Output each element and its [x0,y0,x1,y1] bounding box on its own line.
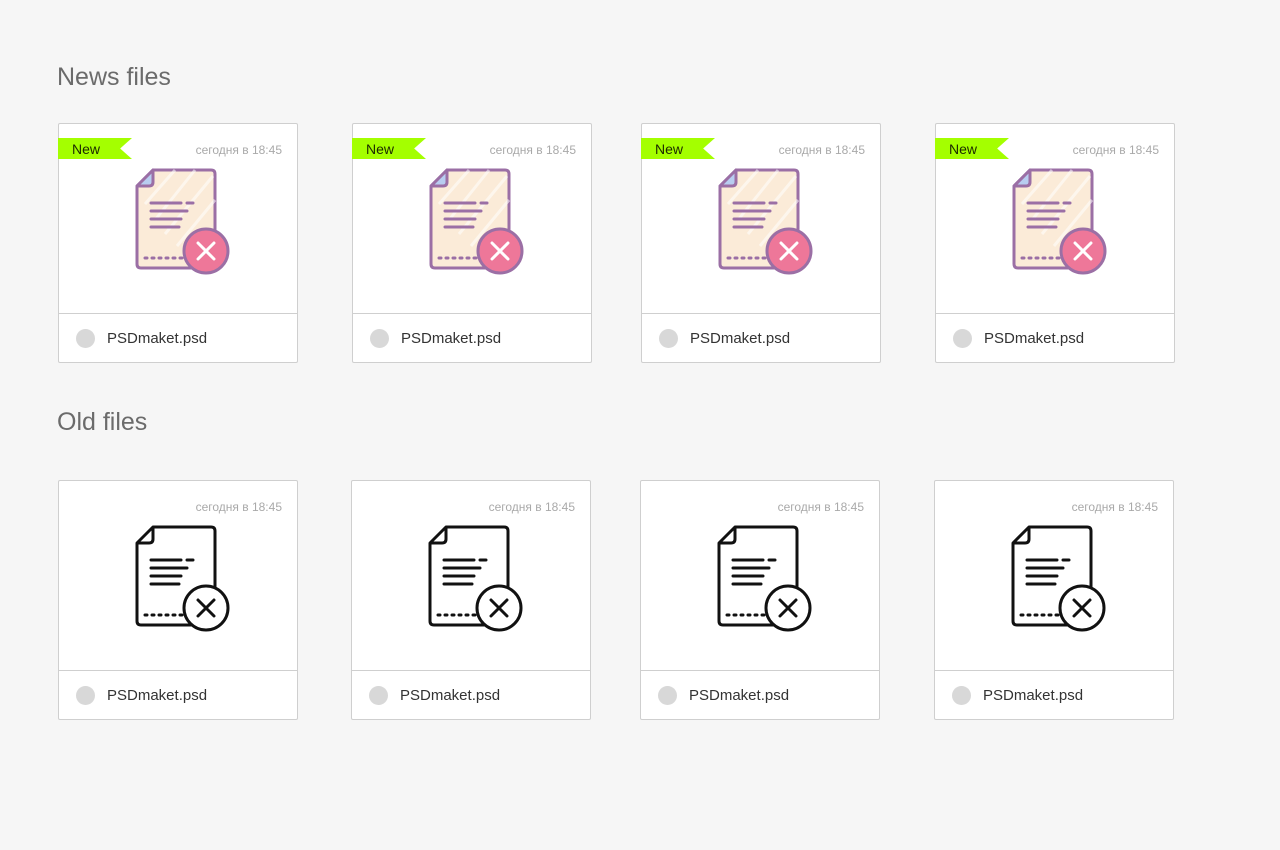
file-preview: New сегодня в 18:45 [935,124,1174,314]
file-error-outline-icon [428,525,523,632]
select-radio[interactable] [658,686,677,705]
file-error-outline-icon [135,525,230,632]
section-title-news: News files [57,63,171,91]
file-name: PSDmaket.psd [983,687,1084,704]
file-footer: PSDmaket.psd [935,671,1173,720]
file-name: PSDmaket.psd [401,330,502,347]
select-radio[interactable] [370,329,389,348]
file-preview: New сегодня в 18:45 [58,124,297,314]
file-preview: New сегодня в 18:45 [641,124,880,314]
file-footer: PSDmaket.psd [936,314,1174,363]
file-preview: сегодня в 18:45 [935,481,1173,671]
file-preview: New сегодня в 18:45 [352,124,591,314]
file-error-color-icon [135,168,230,275]
file-preview: сегодня в 18:45 [641,481,879,671]
file-date: сегодня в 18:45 [1072,143,1159,157]
file-card[interactable]: New сегодня в 18:45 PSDmaket.psd [641,123,881,363]
select-radio[interactable] [76,686,95,705]
select-radio[interactable] [76,329,95,348]
file-footer: PSDmaket.psd [642,314,880,363]
file-error-outline-icon [1011,525,1106,632]
file-footer: PSDmaket.psd [59,671,297,720]
file-date: сегодня в 18:45 [778,143,865,157]
new-badge-label: New [72,141,101,157]
file-card[interactable]: сегодня в 18:45 PSDmaket.psd [934,480,1174,720]
select-radio[interactable] [369,686,388,705]
file-name: PSDmaket.psd [107,330,208,347]
file-name: PSDmaket.psd [400,687,501,704]
file-date: сегодня в 18:45 [777,500,864,514]
file-name: PSDmaket.psd [984,330,1085,347]
new-badge: New [641,138,715,159]
file-error-outline-icon [717,525,812,632]
file-card[interactable]: сегодня в 18:45 PSDmaket.psd [351,480,591,720]
file-name: PSDmaket.psd [689,687,790,704]
file-date: сегодня в 18:45 [488,500,575,514]
file-date: сегодня в 18:45 [195,500,282,514]
file-footer: PSDmaket.psd [353,314,591,363]
file-card[interactable]: сегодня в 18:45 PSDmaket.psd [58,480,298,720]
file-preview: сегодня в 18:45 [59,481,297,671]
section-title-old: Old files [57,408,148,436]
new-badge: New [935,138,1009,159]
file-card[interactable]: New сегодня в 18:45 PSDmaket.psd [352,123,592,363]
new-badge: New [352,138,426,159]
file-date: сегодня в 18:45 [195,143,282,157]
file-error-color-icon [429,168,524,275]
file-name: PSDmaket.psd [107,687,208,704]
new-badge-label: New [655,141,684,157]
file-date: сегодня в 18:45 [489,143,576,157]
new-badge-label: New [366,141,395,157]
file-footer: PSDmaket.psd [59,314,297,363]
file-name: PSDmaket.psd [690,330,791,347]
file-card[interactable]: New сегодня в 18:45 PSDmaket.psd [935,123,1175,363]
new-badge: New [58,138,132,159]
file-footer: PSDmaket.psd [352,671,590,720]
file-footer: PSDmaket.psd [641,671,879,720]
file-error-color-icon [718,168,813,275]
select-radio[interactable] [953,329,972,348]
file-card[interactable]: сегодня в 18:45 PSDmaket.psd [640,480,880,720]
select-radio[interactable] [659,329,678,348]
select-radio[interactable] [952,686,971,705]
file-preview: сегодня в 18:45 [352,481,590,671]
file-card[interactable]: New сегодня в 18:45 PSDmaket.psd [58,123,298,363]
file-error-color-icon [1012,168,1107,275]
file-date: сегодня в 18:45 [1071,500,1158,514]
new-badge-label: New [949,141,978,157]
